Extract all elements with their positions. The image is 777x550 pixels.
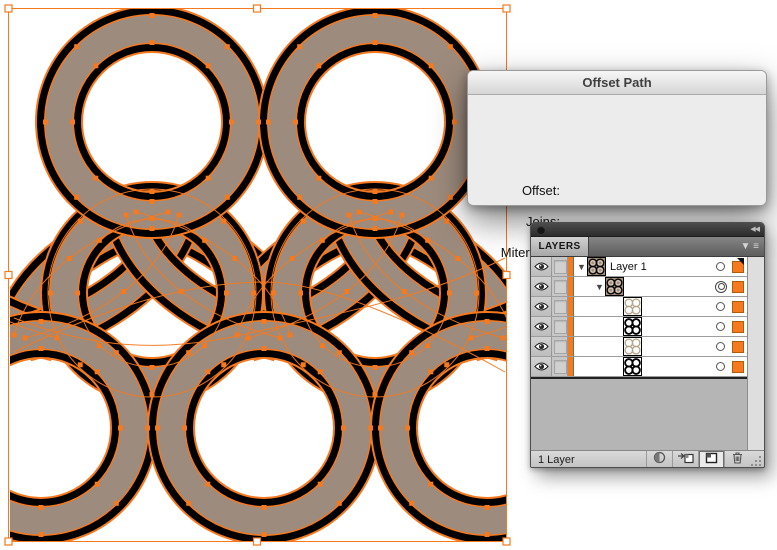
toggle-visibility-cell[interactable]: [531, 337, 552, 356]
target-circle-icon[interactable]: [716, 262, 725, 271]
toggle-visibility-cell[interactable]: [531, 297, 552, 316]
layer-row-path-2[interactable]: [531, 317, 747, 337]
delete-layer-button[interactable]: [724, 450, 750, 468]
selection-color-square[interactable]: [732, 320, 744, 333]
layer-row-path-3[interactable]: [531, 337, 747, 357]
layer-thumbnail[interactable]: [623, 337, 642, 356]
visibility-eye-icon[interactable]: [533, 361, 549, 372]
new-sublayer-icon: [677, 451, 694, 468]
target-circle-icon[interactable]: [716, 322, 725, 331]
selected-art-indicator: [737, 257, 744, 265]
layer-count-status: 1 Layer: [538, 453, 575, 466]
dialog-title: Offset Path: [468, 71, 766, 95]
toggle-lock-cell[interactable]: [552, 317, 568, 336]
document-canvas[interactable]: [0, 0, 515, 550]
layers-panel: ◀◀ LAYERS ▼ ≡ ▼ Layer 1 ▼ 1 Layer: [530, 222, 765, 468]
trash-icon: [731, 451, 744, 468]
layer-thumbnail-art: [588, 258, 605, 275]
layer-thumbnail[interactable]: [587, 257, 606, 276]
toggle-lock-cell[interactable]: [552, 277, 568, 296]
layer-thumbnail[interactable]: [623, 357, 642, 376]
scrollbar-track[interactable]: [747, 257, 764, 450]
toggle-visibility-cell[interactable]: [531, 277, 552, 296]
layer-thumbnail-art: [624, 338, 641, 355]
layer-thumbnail-art: [624, 318, 641, 335]
panel-menu-icon[interactable]: ▼ ≡: [740, 237, 759, 257]
layer-row-layer-1[interactable]: ▼ Layer 1: [531, 257, 747, 277]
disclosure-triangle-icon[interactable]: ▼: [594, 282, 605, 292]
panel-footer: 1 Layer: [531, 450, 764, 468]
clipping-mask-icon: [652, 451, 667, 468]
layer-thumbnail[interactable]: [623, 317, 642, 336]
toggle-lock-cell[interactable]: [552, 357, 568, 376]
panel-tab-bar: LAYERS ▼ ≡: [531, 237, 764, 257]
layer-row-path-4[interactable]: [531, 357, 747, 377]
illustrator-workspace: Offset Path Offset: 1,5 px Joins: Miter …: [0, 0, 777, 550]
visibility-eye-icon[interactable]: [533, 321, 549, 332]
toggle-visibility-cell[interactable]: [531, 357, 552, 376]
visibility-eye-icon[interactable]: [533, 261, 549, 272]
selection-color-square[interactable]: [732, 280, 744, 293]
layer-thumbnail-art: [624, 358, 641, 375]
disclosure-triangle-icon[interactable]: ▼: [576, 262, 587, 272]
offset-label: Offset:: [521, 183, 560, 198]
toggle-lock-cell[interactable]: [552, 297, 568, 316]
toggle-lock-cell[interactable]: [552, 337, 568, 356]
target-circle-icon[interactable]: [715, 280, 727, 293]
collapse-panel-icon[interactable]: ◀◀: [750, 225, 760, 233]
layer-thumbnail-art: [606, 278, 623, 295]
selection-color-square[interactable]: [732, 300, 744, 313]
selection-color-square[interactable]: [732, 360, 744, 373]
layer-row-path-1[interactable]: [531, 297, 747, 317]
selection-color-square[interactable]: [732, 340, 744, 353]
target-circle-icon[interactable]: [716, 302, 725, 311]
panel-close-icon[interactable]: [537, 226, 545, 234]
layer-thumbnail-art: [624, 298, 641, 315]
tab-layers[interactable]: LAYERS: [531, 237, 589, 256]
toggle-lock-cell[interactable]: [552, 257, 568, 276]
layer-thumbnail[interactable]: [623, 297, 642, 316]
panel-resize-grip[interactable]: [750, 451, 764, 468]
layer-row-group[interactable]: ▼: [531, 277, 747, 297]
offset-path-dialog: Offset Path Offset: 1,5 px Joins: Miter …: [467, 70, 767, 260]
make-clipping-mask-button[interactable]: [646, 450, 672, 468]
visibility-eye-icon[interactable]: [533, 341, 549, 352]
toggle-visibility-cell[interactable]: [531, 317, 552, 336]
layers-list-area: ▼ Layer 1 ▼: [531, 257, 764, 450]
visibility-eye-icon[interactable]: [533, 281, 549, 292]
selection-color-square[interactable]: [732, 257, 744, 273]
visibility-eye-icon[interactable]: [533, 301, 549, 312]
panel-drag-bar[interactable]: ◀◀: [531, 223, 764, 237]
selected-ornament-artwork[interactable]: [0, 0, 515, 550]
new-layer-button[interactable]: [698, 450, 724, 468]
new-layer-icon: [705, 451, 718, 468]
target-circle-icon[interactable]: [716, 362, 725, 371]
new-sublayer-button[interactable]: [672, 450, 698, 468]
layer-name-label[interactable]: Layer 1: [610, 261, 647, 273]
target-circle-icon[interactable]: [716, 342, 725, 351]
layer-thumbnail[interactable]: [605, 277, 624, 296]
toggle-visibility-cell[interactable]: [531, 257, 552, 276]
